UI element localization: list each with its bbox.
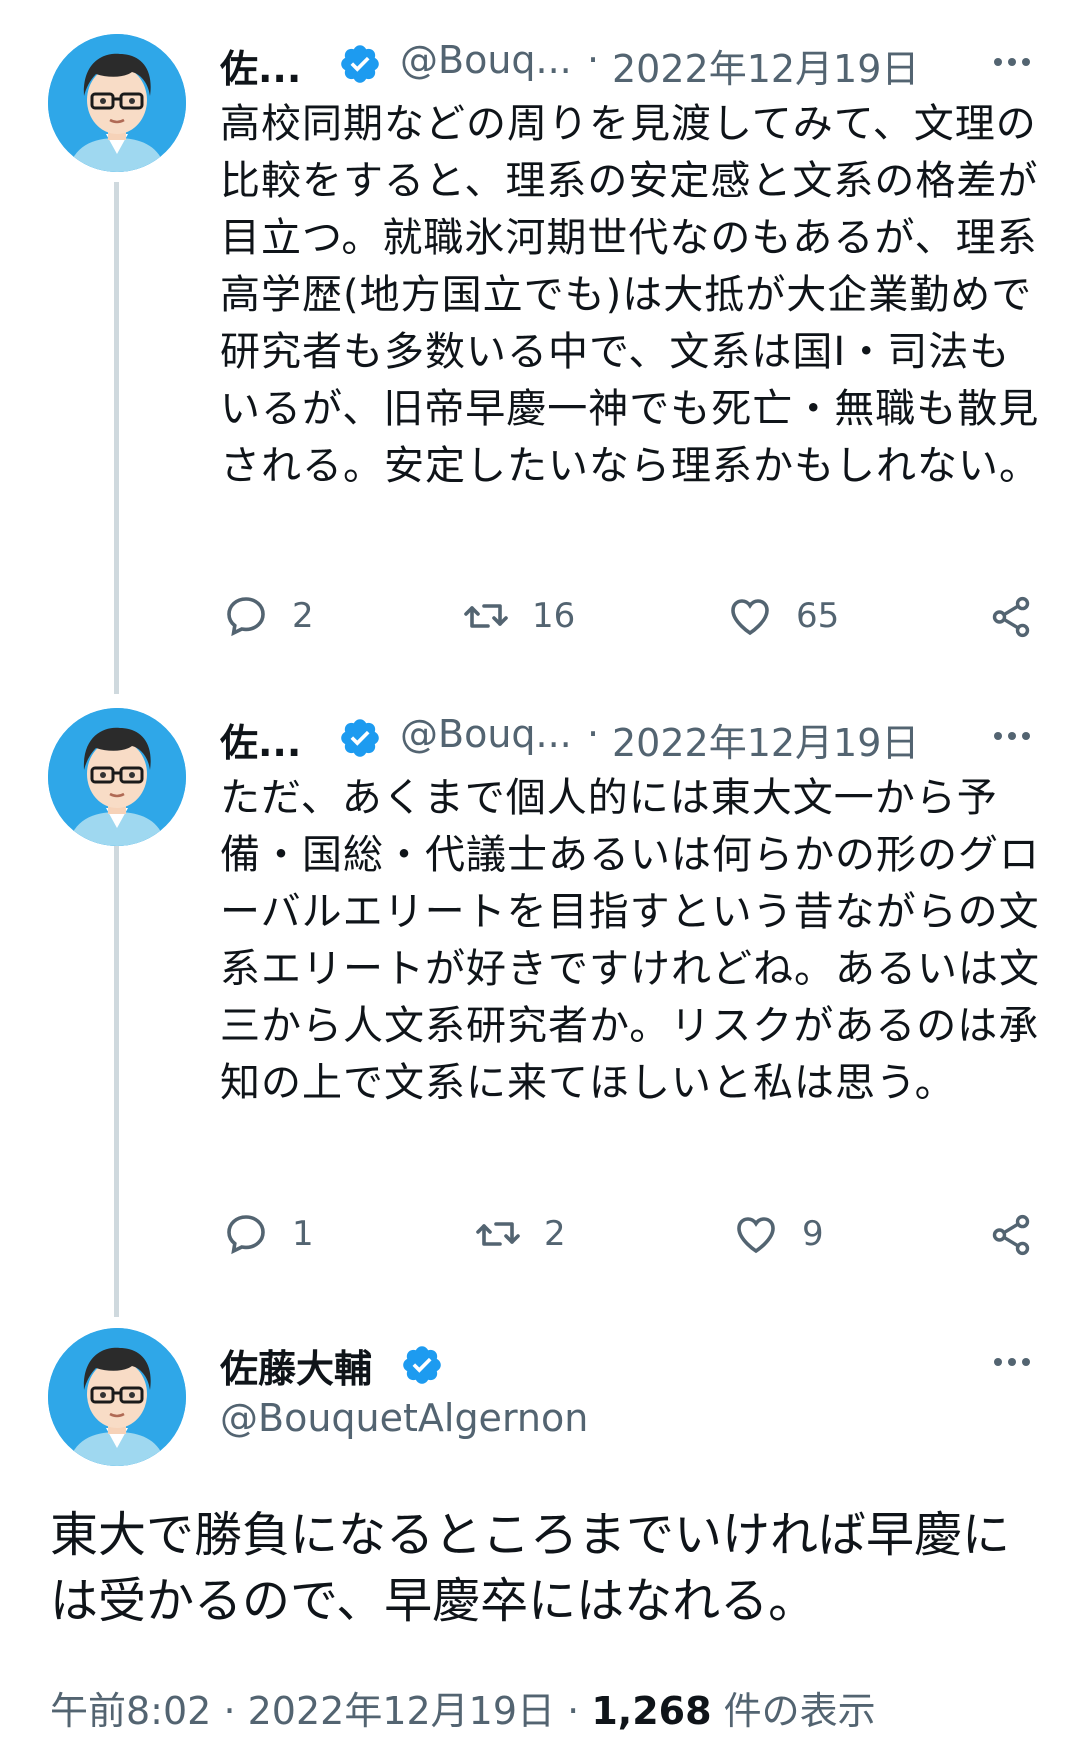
retweet-count: 2	[544, 1214, 566, 1254]
retweet-icon	[474, 1210, 522, 1258]
meta-separator: ·	[587, 38, 600, 82]
tweet-text: ただ、あくまで個人的には東大文一から予備・国総・代議士あるいは何らかの形のグロー…	[220, 775, 1040, 1106]
views-label: 件の表示	[723, 1689, 876, 1733]
retweet-button[interactable]: 2	[474, 1210, 566, 1258]
avatar[interactable]	[48, 34, 186, 172]
reply-count: 2	[292, 596, 314, 636]
tweet-footer: 午前8:02 · 2022年12月19日 · 1,268 件の表示	[50, 1680, 876, 1735]
tweet-date[interactable]: 2022年12月19日	[612, 712, 919, 767]
like-icon	[726, 592, 774, 640]
meta-separator: ·	[587, 712, 600, 756]
author-name[interactable]: 佐...	[220, 38, 301, 93]
retweet-button[interactable]: 16	[462, 592, 575, 640]
meta-separator: ·	[223, 1689, 236, 1733]
thread-line	[114, 182, 119, 694]
author-handle[interactable]: @Bouq...	[400, 712, 572, 756]
like-count: 65	[796, 596, 840, 636]
more-icon[interactable]	[992, 1356, 1032, 1368]
like-button[interactable]: 65	[726, 592, 839, 640]
more-icon[interactable]	[992, 730, 1032, 742]
tweet-date[interactable]: 2022年12月19日	[612, 38, 919, 93]
verified-badge-icon	[338, 42, 382, 86]
like-icon	[732, 1210, 780, 1258]
author-handle[interactable]: @BouquetAlgernon	[220, 1396, 588, 1440]
avatar[interactable]	[48, 1328, 186, 1466]
avatar[interactable]	[48, 708, 186, 846]
thread-line	[114, 805, 119, 1317]
tweet-text: 東大で勝負になるところまでいければ早慶には受かるので、早慶卒にはなれる。	[50, 1507, 1011, 1629]
retweet-count: 16	[532, 596, 576, 636]
reply-icon	[222, 592, 270, 640]
reply-count: 1	[292, 1214, 314, 1254]
share-icon[interactable]	[988, 594, 1034, 640]
like-count: 9	[802, 1214, 824, 1254]
retweet-icon	[462, 592, 510, 640]
meta-separator: ·	[567, 1689, 580, 1733]
reply-icon	[222, 1210, 270, 1258]
author-name[interactable]: 佐藤大輔	[220, 1338, 372, 1393]
reply-button[interactable]: 2	[222, 592, 314, 640]
author-name[interactable]: 佐...	[220, 712, 301, 767]
verified-badge-icon	[400, 1343, 444, 1387]
like-button[interactable]: 9	[732, 1210, 824, 1258]
share-icon[interactable]	[988, 1212, 1034, 1258]
author-handle[interactable]: @Bouq...	[400, 38, 572, 82]
reply-button[interactable]: 1	[222, 1210, 314, 1258]
more-icon[interactable]	[992, 56, 1032, 68]
tweet-time[interactable]: 午前8:02	[50, 1689, 211, 1733]
views-count[interactable]: 1,268	[591, 1689, 711, 1733]
tweet-text: 高校同期などの周りを見渡してみて、文理の比較をすると、理系の安定感と文系の格差が…	[220, 101, 1040, 489]
tweet-date[interactable]: 2022年12月19日	[248, 1689, 555, 1733]
verified-badge-icon	[338, 716, 382, 760]
